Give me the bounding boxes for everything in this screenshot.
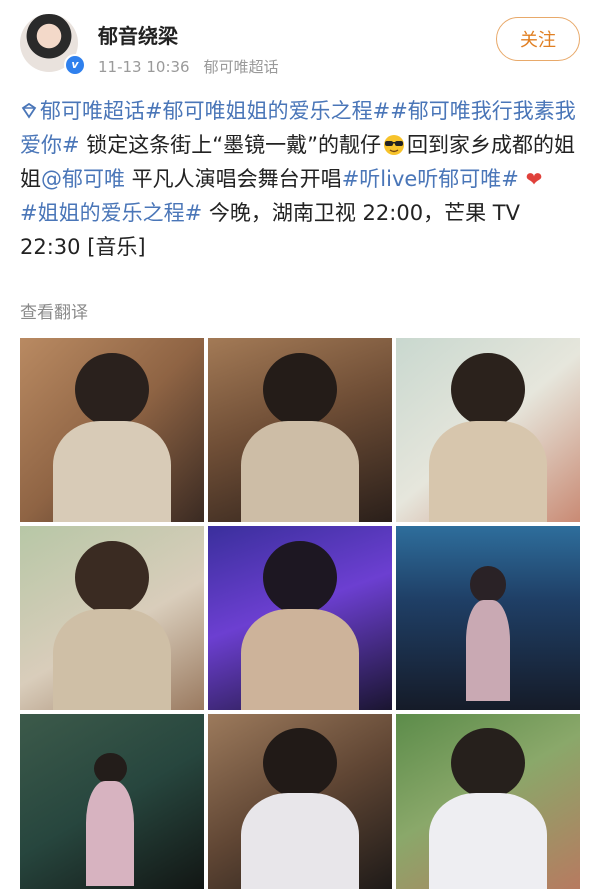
photo-6[interactable]: [396, 526, 580, 710]
photo-7[interactable]: [20, 714, 204, 889]
person-body: [465, 599, 511, 701]
post-body-text: 平凡人演唱会舞台开唱: [125, 167, 342, 191]
sunglasses-emoji-icon: [384, 135, 405, 155]
person-body: [241, 792, 359, 889]
post-meta: 11-13 10:36 郁可唯超话: [98, 56, 279, 77]
photo-8[interactable]: [208, 714, 392, 889]
translate-link[interactable]: 查看翻译: [20, 298, 88, 323]
timestamp: 11-13 10:36: [98, 58, 190, 76]
post-body-text: 锁定这条街上“墨镜一戴”的靓仔: [79, 133, 382, 157]
person-figure: [451, 728, 525, 798]
photo-9[interactable]: [396, 714, 580, 889]
person-body: [241, 420, 359, 522]
super-topic-link[interactable]: 郁可唯超话: [20, 99, 145, 123]
photo-4[interactable]: [20, 526, 204, 710]
post-header: v 郁音绕梁 11-13 10:36 郁可唯超话 关注: [0, 0, 600, 90]
person-figure: [263, 540, 337, 615]
photo-3[interactable]: [396, 338, 580, 522]
person-figure: [75, 352, 149, 427]
mention-link[interactable]: @郁可唯: [41, 167, 125, 191]
photo-5[interactable]: [208, 526, 392, 710]
photo-1[interactable]: [20, 338, 204, 522]
post-text: 郁可唯超话#郁可唯姐姐的爱乐之程##郁可唯我行我素我爱你# 锁定这条街上“墨镜一…: [20, 94, 582, 264]
person-body: [53, 420, 171, 522]
person-figure: [469, 566, 507, 604]
person-body: [241, 608, 359, 710]
person-figure: [451, 352, 525, 427]
person-figure: [93, 752, 127, 784]
source-link[interactable]: 郁可唯超话: [204, 58, 279, 76]
verified-badge-icon: v: [64, 54, 86, 76]
person-body: [86, 780, 135, 886]
photo-2[interactable]: [208, 338, 392, 522]
username[interactable]: 郁音绕梁: [98, 20, 178, 49]
person-figure: [263, 728, 337, 798]
heart-emoji-icon: ❤: [525, 167, 543, 191]
person-body: [53, 608, 171, 710]
super-topic-icon: [21, 102, 37, 119]
hashtag-link[interactable]: #姐姐的爱乐之程#: [20, 201, 202, 225]
photo-grid: [20, 338, 580, 889]
person-figure: [263, 352, 337, 427]
hashtag-link[interactable]: #听live听郁可唯#: [342, 167, 519, 191]
person-figure: [75, 540, 149, 615]
person-body: [429, 792, 547, 889]
follow-button[interactable]: 关注: [496, 17, 580, 61]
person-body: [429, 420, 547, 522]
